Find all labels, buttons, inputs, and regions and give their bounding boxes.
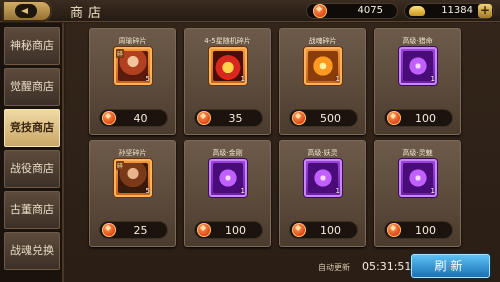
price-tag: 40 — [99, 109, 168, 127]
shard-icon: 碎 — [116, 161, 125, 170]
refresh-button[interactable]: 刷新 — [411, 254, 490, 278]
item-price: 100 — [415, 112, 436, 125]
item-price: 25 — [133, 224, 148, 237]
price-tag: 100 — [289, 221, 358, 239]
item-count: 1 — [240, 187, 245, 195]
item-count: 1 — [430, 187, 435, 195]
item-price: 100 — [320, 224, 341, 237]
price-tag: 100 — [384, 109, 453, 127]
sidebar-item-war-soul-exchange[interactable]: 战魂兑换 — [4, 232, 60, 270]
item-name: 4-5星随机碎片 — [204, 37, 251, 45]
refresh-timer: 05:31:51 — [362, 260, 412, 273]
item-count: 5 — [145, 187, 150, 195]
price-tag: 100 — [194, 221, 263, 239]
page-title: 商店 — [70, 6, 107, 21]
shop-item-card[interactable]: 4-5星随机碎片 1 35 — [184, 28, 271, 135]
shop-item-card[interactable]: 高级·灵魅 1 100 — [374, 140, 461, 247]
sidebar-item-antique-shop[interactable]: 古董商店 — [4, 191, 60, 229]
coin-icon — [102, 223, 116, 237]
item-count: 1 — [335, 187, 340, 195]
item-icon-frame: 碎 5 — [114, 47, 152, 85]
sidebar-item-arena-shop[interactable]: 竞技商店 — [4, 109, 60, 147]
coin-icon — [292, 111, 306, 125]
item-name: 周瑜碎片 — [118, 37, 147, 45]
purple-rune-icon — [213, 163, 243, 193]
coin-icon — [292, 223, 306, 237]
coin-icon — [102, 111, 116, 125]
item-count: 1 — [240, 75, 245, 83]
price-tag: 35 — [194, 109, 263, 127]
item-icon-frame: 1 — [209, 47, 247, 85]
war-soul-icon — [308, 51, 338, 81]
item-icon-frame: 碎 5 — [114, 159, 152, 197]
price-tag: 500 — [289, 109, 358, 127]
item-price: 100 — [225, 224, 246, 237]
item-price: 35 — [228, 112, 243, 125]
item-icon-frame: 1 — [304, 47, 342, 85]
random-shard-icon — [213, 51, 243, 81]
purple-rune-icon — [403, 51, 433, 81]
purple-rune-icon — [403, 163, 433, 193]
back-button[interactable] — [2, 0, 52, 22]
shop-category-sidebar: 神秘商店 觉醒商店 竞技商店 战役商店 古董商店 战魂兑换 — [0, 23, 64, 282]
coin-icon — [387, 111, 401, 125]
auto-refresh-label: 自动更新 — [318, 263, 350, 272]
gold-ingot-icon — [409, 6, 425, 16]
price-tag: 100 — [384, 221, 453, 239]
ingot-balance: 11384 + — [404, 3, 494, 19]
item-icon-frame: 1 — [399, 47, 437, 85]
back-arrow-icon — [15, 4, 37, 18]
item-price: 500 — [320, 112, 341, 125]
shard-icon: 碎 — [116, 49, 125, 58]
coin-balance: 4075 — [306, 3, 398, 19]
coin-icon — [387, 223, 401, 237]
shop-item-card[interactable]: 高级·妖灵 1 100 — [279, 140, 366, 247]
item-icon-frame: 1 — [304, 159, 342, 197]
item-price: 40 — [133, 112, 148, 125]
item-count: 1 — [430, 75, 435, 83]
shop-item-card[interactable]: 高级·猎命 1 100 — [374, 28, 461, 135]
item-name: 高级·金刚 — [212, 149, 243, 157]
coin-icon — [197, 223, 211, 237]
coin-icon — [313, 4, 327, 18]
shop-item-card[interactable]: 周瑜碎片 碎 5 40 — [89, 28, 176, 135]
item-name: 战魂碎片 — [308, 37, 337, 45]
sidebar-item-mystery-shop[interactable]: 神秘商店 — [4, 27, 60, 65]
top-bar: 商店 4075 11384 + — [0, 0, 500, 22]
item-icon-frame: 1 — [399, 159, 437, 197]
item-count: 1 — [335, 75, 340, 83]
shop-item-card[interactable]: 战魂碎片 1 500 — [279, 28, 366, 135]
coin-icon — [197, 111, 211, 125]
add-currency-button[interactable]: + — [478, 4, 492, 18]
item-name: 孙坚碎片 — [118, 149, 147, 157]
item-icon-frame: 1 — [209, 159, 247, 197]
item-price: 100 — [415, 224, 436, 237]
ingot-balance-value: 11384 — [441, 5, 473, 16]
coin-balance-value: 4075 — [357, 5, 383, 16]
shop-grid: 周瑜碎片 碎 5 40 4-5星随机碎片 1 35 战魂碎片 1 500 — [66, 23, 500, 282]
item-name: 高级·猎命 — [402, 37, 433, 45]
item-name: 高级·妖灵 — [307, 149, 338, 157]
sidebar-item-campaign-shop[interactable]: 战役商店 — [4, 150, 60, 188]
price-tag: 25 — [99, 221, 168, 239]
item-count: 5 — [145, 75, 150, 83]
sidebar-item-awakening-shop[interactable]: 觉醒商店 — [4, 68, 60, 106]
purple-rune-icon — [308, 163, 338, 193]
shop-item-card[interactable]: 高级·金刚 1 100 — [184, 140, 271, 247]
shop-item-card[interactable]: 孙坚碎片 碎 5 25 — [89, 140, 176, 247]
item-name: 高级·灵魅 — [402, 149, 433, 157]
